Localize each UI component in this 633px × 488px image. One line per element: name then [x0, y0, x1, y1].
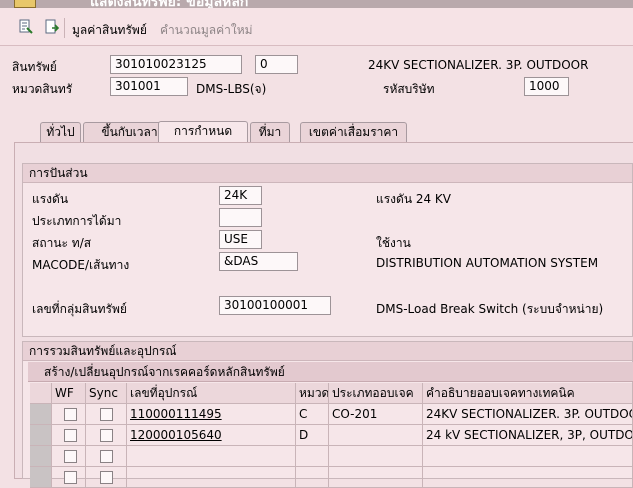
status-label: สถานะ ท/ส [32, 236, 92, 250]
equipment-cell[interactable] [127, 467, 296, 488]
description-cell: 24 kV SECTIONALIZER, 3P, OUTDOOR [423, 425, 633, 446]
column-header-sync[interactable]: Sync [86, 383, 127, 404]
row-selector[interactable] [30, 404, 52, 425]
asset-group-field[interactable]: 30100100001 [219, 296, 331, 315]
column-header-equipment[interactable]: เลขที่อุปกรณ์ [127, 383, 296, 404]
tab-depreciation-areas[interactable]: เขตค่าเสื่อมราคา [300, 122, 407, 142]
acquisition-type-label: ประเภทการได้มา [32, 214, 122, 228]
recalculate-values-button[interactable]: คำนวณมูลค่าใหม่ [160, 21, 253, 40]
window-title-bar: แสดงสินทรัพย์: ข้อมูลหลัก [0, 0, 633, 8]
object-type-cell: CO-201 [329, 404, 423, 425]
asset-class-text: DMS-LBS(จ) [196, 82, 267, 96]
table-row[interactable]: 120000105640 D 24 kV SECTIONALIZER, 3P, … [30, 425, 633, 446]
category-cell: C [296, 404, 329, 425]
sync-cell [86, 467, 127, 488]
asset-value-button[interactable]: มูลค่าสินทรัพย์ [72, 21, 147, 40]
equipment-cell: 110000111495 [127, 404, 296, 425]
allocation-group-title: การปันส่วน [23, 164, 632, 183]
table-row[interactable]: 110000111495 C CO-201 24KV SECTIONALIZER… [30, 404, 633, 425]
wf-checkbox[interactable] [64, 408, 77, 421]
sync-cell [86, 425, 127, 446]
sync-checkbox[interactable] [100, 471, 113, 484]
asset-label: สินทรัพย์ [12, 60, 57, 74]
row-selector[interactable] [30, 446, 52, 467]
equipment-table-title: สร้าง/เปลี่ยนอุปกรณ์จากเรคคอร์ดหลักสินทร… [28, 362, 633, 382]
create-document-icon[interactable] [44, 19, 60, 35]
asset-class-field[interactable]: 301001 [110, 77, 188, 96]
equipment-link[interactable]: 110000111495 [130, 407, 222, 421]
macode-description: DISTRIBUTION AUTOMATION SYSTEM [376, 256, 599, 270]
company-code-field[interactable]: 1000 [524, 77, 569, 96]
table-row[interactable] [30, 467, 633, 488]
tab-general[interactable]: ทั่วไป [40, 122, 81, 142]
asset-group-description: DMS-Load Break Switch (ระบบจำหน่าย) [376, 302, 604, 316]
wf-checkbox[interactable] [64, 429, 77, 442]
voltage-description: แรงดัน 24 KV [376, 192, 452, 206]
object-type-cell [329, 467, 423, 488]
row-selector-header[interactable] [30, 383, 52, 404]
row-selector[interactable] [30, 467, 52, 488]
row-selector[interactable] [30, 425, 52, 446]
sync-checkbox[interactable] [100, 408, 113, 421]
column-header-wf[interactable]: WF [52, 383, 86, 404]
sap-folder-icon [14, 0, 36, 8]
description-cell [423, 446, 633, 467]
voltage-label: แรงดัน [32, 192, 69, 206]
asset-group-label: เลขที่กลุ่มสินทรัพย์ [32, 302, 127, 316]
category-cell: D [296, 425, 329, 446]
category-cell [296, 467, 329, 488]
asset-class-label: หมวดสินทรั [12, 82, 73, 96]
column-header-object-type[interactable]: ประเภทออบเจค [329, 383, 423, 404]
column-header-category[interactable]: หมวด [296, 383, 329, 404]
acquisition-type-field[interactable] [219, 208, 262, 227]
table-row[interactable] [30, 446, 633, 467]
object-type-cell [329, 425, 423, 446]
category-cell [296, 446, 329, 467]
asset-subnumber-field[interactable]: 0 [255, 55, 298, 74]
sync-cell [86, 404, 127, 425]
display-change-icon[interactable] [18, 19, 34, 35]
equipment-cell[interactable] [127, 446, 296, 467]
description-cell: 24KV SECTIONALIZER. 3P. OUTDOOR [423, 404, 633, 425]
sync-checkbox[interactable] [100, 450, 113, 463]
asset-description: 24KV SECTIONALIZER. 3P. OUTDOOR [368, 58, 589, 72]
tab-origin[interactable]: ที่มา [250, 122, 290, 142]
table-header-row: WF Sync เลขที่อุปกรณ์ หมวด ประเภทออบเจค … [30, 383, 633, 404]
window-title: แสดงสินทรัพย์: ข้อมูลหลัก [90, 0, 249, 8]
sync-checkbox[interactable] [100, 429, 113, 442]
wf-cell [52, 446, 86, 467]
macode-label: MACODE/เส้นทาง [32, 258, 130, 272]
equipment-link[interactable]: 120000105640 [130, 428, 222, 442]
wf-checkbox[interactable] [64, 471, 77, 484]
macode-field[interactable]: &DAS [219, 252, 298, 271]
wf-cell [52, 404, 86, 425]
status-field[interactable]: USE [219, 230, 262, 249]
tab-allocations[interactable]: การกำหนด [158, 121, 248, 142]
status-description: ใช้งาน [376, 236, 411, 250]
company-code-label: รหัสบริษัท [383, 82, 435, 96]
wf-cell [52, 467, 86, 488]
sync-cell [86, 446, 127, 467]
voltage-field[interactable]: 24K [219, 186, 262, 205]
equipment-group-title: การรวมสินทรัพย์และอุปกรณ์ [23, 342, 632, 361]
description-cell [423, 467, 633, 488]
column-header-description[interactable]: คำอธิบายออบเจคทางเทคนิค [423, 383, 633, 404]
equipment-cell: 120000105640 [127, 425, 296, 446]
wf-checkbox[interactable] [64, 450, 77, 463]
object-type-cell [329, 446, 423, 467]
wf-cell [52, 425, 86, 446]
toolbar-separator [64, 18, 65, 38]
application-toolbar: มูลค่าสินทรัพย์ คำนวณมูลค่าใหม่ [0, 8, 633, 46]
asset-number-field[interactable]: 301010023125 [110, 55, 242, 74]
